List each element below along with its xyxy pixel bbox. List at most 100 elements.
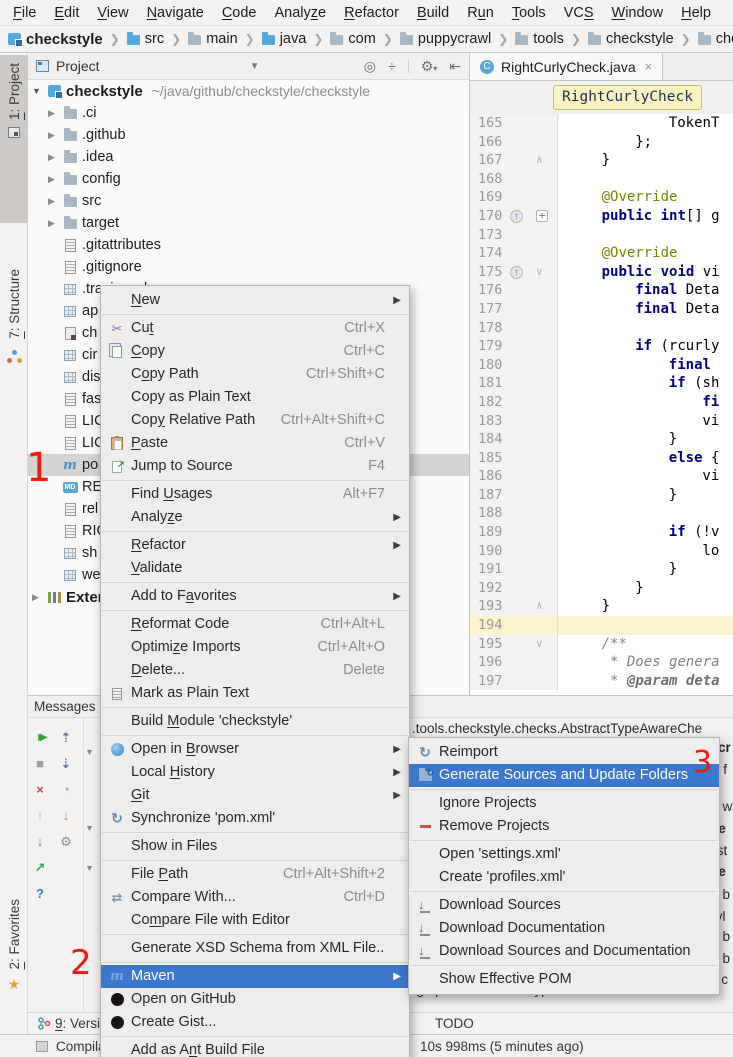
context-menu-item-show-in-files[interactable]: Show in Files (101, 835, 409, 858)
tree-item-target[interactable]: ▶target (28, 212, 469, 234)
menubar-item-build[interactable]: Build (408, 5, 458, 21)
chevron-right-icon[interactable]: ▶ (48, 130, 62, 141)
menubar-item-help[interactable]: Help (672, 5, 720, 21)
context-menu-item-reformat-code[interactable]: Reformat CodeCtrl+Alt+L (101, 613, 409, 636)
menubar-item-edit[interactable]: Edit (45, 5, 88, 21)
fold-marker-icon[interactable]: ∧ (536, 597, 543, 616)
menubar-item-analyze[interactable]: Analyze (266, 5, 336, 21)
breadcrumb-item-main[interactable]: main (188, 31, 237, 47)
context-menu-item-generate-xsd-schema-from-xml-file[interactable]: Generate XSD Schema from XML File... (101, 937, 409, 960)
tree-expander-icon[interactable]: ▼ (85, 747, 94, 757)
chevron-down-icon[interactable]: ▼ (32, 86, 46, 96)
maven-submenu-item-open-settings-xml[interactable]: Open 'settings.xml' (409, 843, 719, 866)
locate-icon[interactable]: ◎ (364, 58, 376, 75)
version-control-button[interactable]: 9: Versio (28, 1016, 108, 1031)
chevron-right-icon[interactable]: ▶ (48, 108, 62, 119)
menubar-item-tools[interactable]: Tools (503, 5, 555, 21)
editor-tab[interactable]: C RightCurlyCheck.java × (470, 53, 663, 80)
help-icon[interactable]: ? (32, 886, 48, 901)
chevron-right-icon[interactable]: ▶ (48, 196, 62, 207)
import-icon[interactable]: ↓ (58, 808, 74, 823)
collapse-all-icon[interactable]: ⇣ (58, 756, 74, 771)
context-menu-item-open-in-browser[interactable]: Open in Browser▶ (101, 738, 409, 761)
next-message-icon[interactable]: ↓ (32, 834, 48, 849)
overriding-method-icon[interactable]: ↑ (510, 266, 523, 279)
context-menu-item-mark-as-plain-text[interactable]: Mark as Plain Text (101, 682, 409, 705)
context-menu-item-compare-with[interactable]: ⇄Compare With...Ctrl+D (101, 886, 409, 909)
gear-icon[interactable]: ⚙▾ (421, 58, 438, 75)
fold-marker-icon[interactable]: ∧ (536, 151, 543, 170)
tree-item-checkstyle[interactable]: ▼checkstyle~/java/github/checkstyle/chec… (28, 80, 469, 102)
chevron-right-icon[interactable]: ▶ (48, 174, 62, 185)
maven-submenu-item-generate-sources-and-update-folders[interactable]: Generate Sources and Update Folders (409, 764, 719, 787)
context-menu-item-optimize-imports[interactable]: Optimize ImportsCtrl+Alt+O (101, 636, 409, 659)
context-menu-item-analyze[interactable]: Analyze▶ (101, 506, 409, 529)
maven-submenu-item-reimport[interactable]: ↻Reimport (409, 741, 719, 764)
maven-submenu-item-show-effective-pom[interactable]: Show Effective POM (409, 968, 719, 991)
pause-output-icon[interactable]: ◔ (58, 782, 74, 797)
breadcrumb-item-checks[interactable]: checks (698, 31, 733, 47)
stop-icon[interactable]: ■ (32, 756, 48, 771)
code-editor[interactable]: 165TokenT166};167∧}168169@Override170↑+p… (470, 114, 733, 695)
project-view-dropdown[interactable]: ▼ (250, 61, 260, 72)
settings-icon[interactable]: ⚙ (58, 834, 74, 849)
breadcrumb-item-src[interactable]: src (127, 31, 164, 47)
fold-marker-icon[interactable]: ∨ (536, 635, 543, 654)
context-menu-item-open-on-github[interactable]: Open on GitHub (101, 988, 409, 1011)
context-menu-item-copy-relative-path[interactable]: Copy Relative PathCtrl+Alt+Shift+C (101, 409, 409, 432)
menubar-item-file[interactable]: File (4, 5, 45, 21)
maven-submenu-item-ignore-projects[interactable]: Ignore Projects (409, 792, 719, 815)
export-icon[interactable]: ↗ (32, 860, 48, 875)
menubar-item-navigate[interactable]: Navigate (138, 5, 213, 21)
breadcrumb-item-checkstyle[interactable]: checkstyle (8, 31, 103, 48)
menubar-item-window[interactable]: Window (603, 5, 673, 21)
context-menu-item-build-module-checkstyle[interactable]: Build Module 'checkstyle' (101, 710, 409, 733)
chevron-right-icon[interactable]: ▶ (32, 592, 46, 603)
context-menu-item-git[interactable]: Git▶ (101, 784, 409, 807)
context-menu-item-create-gist[interactable]: Create Gist... (101, 1011, 409, 1034)
tree-item-gitignore[interactable]: .gitignore (28, 256, 469, 278)
menubar-item-code[interactable]: Code (213, 5, 266, 21)
breadcrumb-item-checkstyle[interactable]: checkstyle (588, 31, 674, 47)
context-menu-item-refactor[interactable]: Refactor▶ (101, 534, 409, 557)
maven-submenu-item-download-sources-and-documentation[interactable]: ↓Download Sources and Documentation (409, 940, 719, 963)
context-menu-item-delete[interactable]: Delete...Delete (101, 659, 409, 682)
context-menu-item-maven[interactable]: mMaven▶ (101, 965, 409, 988)
breadcrumb-item-com[interactable]: com (330, 31, 375, 47)
context-menu-item-add-as-ant-build-file[interactable]: Add as Ant Build File (101, 1039, 409, 1057)
todo-button[interactable]: TODO (435, 1016, 474, 1031)
tree-item-src[interactable]: ▶src (28, 190, 469, 212)
sidebar-tab-project[interactable]: 1: Project (0, 55, 28, 223)
tree-expander-icon[interactable]: ▼ (85, 863, 94, 873)
tree-item-github[interactable]: ▶.github (28, 124, 469, 146)
chevron-right-icon[interactable]: ▶ (48, 218, 62, 229)
context-menu-item-jump-to-source[interactable]: Jump to SourceF4 (101, 455, 409, 478)
maven-submenu-item-create-profiles-xml[interactable]: Create 'profiles.xml' (409, 866, 719, 889)
close-icon[interactable]: × (645, 59, 653, 74)
context-menu-item-paste[interactable]: PasteCtrl+V (101, 432, 409, 455)
context-menu-item-add-to-favorites[interactable]: Add to Favorites▶ (101, 585, 409, 608)
tree-item-gitattributes[interactable]: .gitattributes (28, 234, 469, 256)
context-menu-item-copy-as-plain-text[interactable]: Copy as Plain Text (101, 386, 409, 409)
sidebar-tab-structure[interactable]: 7: Structure (0, 261, 28, 421)
maven-submenu-item-download-sources[interactable]: ↓Download Sources (409, 894, 719, 917)
context-menu-item-file-path[interactable]: File PathCtrl+Alt+Shift+2 (101, 863, 409, 886)
context-menu-item-local-history[interactable]: Local History▶ (101, 761, 409, 784)
sidebar-tab-favorites[interactable]: 2: Favorites ★ (0, 891, 28, 1031)
close-icon[interactable]: × (32, 782, 48, 797)
context-menu-item-find-usages[interactable]: Find UsagesAlt+F7 (101, 483, 409, 506)
menubar-item-vcs[interactable]: VCS (555, 5, 603, 21)
previous-message-icon[interactable]: ↑ (32, 808, 48, 823)
project-panel-title[interactable]: Project (36, 58, 100, 74)
breadcrumb-item-java[interactable]: java (262, 31, 307, 47)
menubar-item-refactor[interactable]: Refactor (335, 5, 408, 21)
maven-submenu-item-remove-projects[interactable]: Remove Projects (409, 815, 719, 838)
fold-expand-icon[interactable]: + (536, 210, 548, 222)
context-menu-item-new[interactable]: New▶ (101, 289, 409, 312)
tree-item-idea[interactable]: ▶.idea (28, 146, 469, 168)
rerun-icon[interactable]: ▶▶ (32, 730, 48, 745)
hide-panel-icon[interactable]: ⇤ (449, 58, 461, 75)
expand-all-icon[interactable]: ⇡ (58, 730, 74, 745)
breadcrumb-item-puppycrawl[interactable]: puppycrawl (400, 31, 491, 47)
menubar-item-run[interactable]: Run (458, 5, 503, 21)
